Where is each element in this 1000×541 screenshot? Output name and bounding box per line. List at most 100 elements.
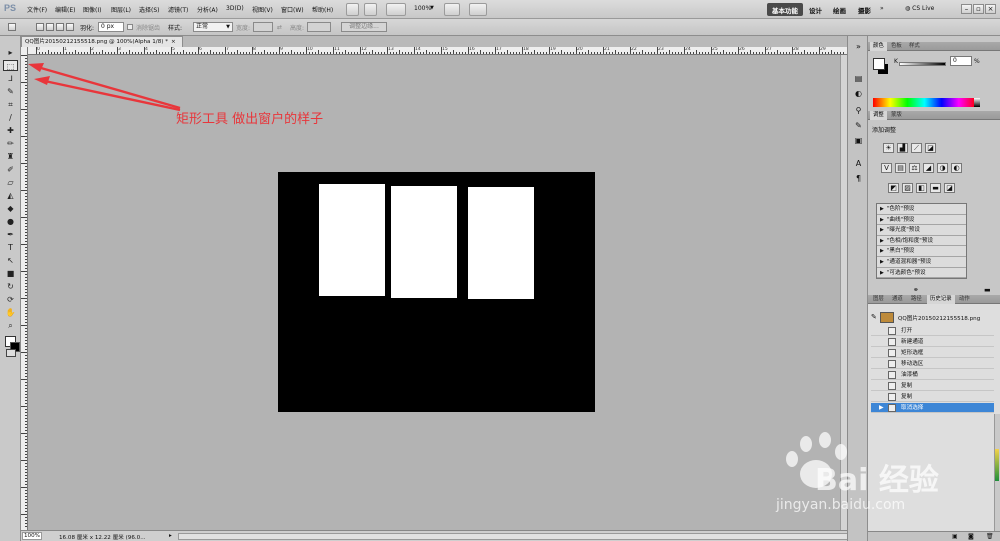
- hand-tool-icon[interactable]: ✋: [3, 307, 18, 318]
- history-item[interactable]: 复制: [871, 381, 994, 392]
- color-bw-ramp[interactable]: [974, 98, 980, 107]
- lasso-tool-icon[interactable]: ᒧ: [3, 73, 18, 84]
- photo-filter-icon[interactable]: ◑: [937, 163, 948, 173]
- k-channel-slider[interactable]: [899, 62, 946, 66]
- arrange-documents-button[interactable]: [444, 3, 460, 16]
- brush-tool-icon[interactable]: ✏: [3, 138, 18, 149]
- bridge-button[interactable]: [346, 3, 359, 16]
- dock-layer-comps-icon[interactable]: ⚲: [853, 106, 864, 116]
- zoom-chevron-icon[interactable]: ▼: [430, 5, 434, 11]
- menu-file[interactable]: 文件(F): [27, 5, 47, 14]
- history-item[interactable]: 油漆桶: [871, 370, 994, 381]
- eraser-tool-icon[interactable]: ▱: [3, 177, 18, 188]
- close-button[interactable]: ×: [985, 4, 996, 14]
- menu-select[interactable]: 选择(S): [139, 5, 160, 14]
- width-input[interactable]: [253, 22, 273, 32]
- tab-history[interactable]: 历史记录: [927, 295, 955, 304]
- menu-help[interactable]: 帮助(H): [312, 5, 333, 14]
- path-selection-tool-icon[interactable]: ↖: [3, 255, 18, 266]
- curves-icon[interactable]: ⟋: [911, 143, 922, 153]
- minimize-button[interactable]: –: [961, 4, 972, 14]
- dock-history-icon[interactable]: ▤: [853, 74, 864, 84]
- menu-window[interactable]: 窗口(W): [281, 5, 304, 14]
- hue-saturation-icon[interactable]: ▤: [895, 163, 906, 173]
- threshold-icon[interactable]: ◧: [916, 183, 927, 193]
- gradient-map-icon[interactable]: ▬: [930, 183, 941, 193]
- eyedropper-tool-icon[interactable]: ∕: [3, 112, 18, 123]
- quick-selection-tool-icon[interactable]: ✎: [3, 86, 18, 97]
- dodge-tool-icon[interactable]: ●: [3, 216, 18, 227]
- clone-stamp-tool-icon[interactable]: ♜: [3, 151, 18, 162]
- channel-mixer-icon[interactable]: ◐: [951, 163, 962, 173]
- preset-black-white[interactable]: ▶ "黑白"预设: [877, 246, 966, 257]
- paint-bucket-tool-icon[interactable]: ◭: [3, 190, 18, 201]
- healing-brush-tool-icon[interactable]: ✚: [3, 125, 18, 136]
- zoom-level[interactable]: 100%: [414, 5, 431, 12]
- posterize-icon[interactable]: ▨: [902, 183, 913, 193]
- selective-color-icon[interactable]: ◪: [944, 183, 955, 193]
- blur-tool-icon[interactable]: ◆: [3, 203, 18, 214]
- dock-paragraph-icon[interactable]: ¶: [853, 174, 864, 184]
- feather-input[interactable]: 0 px: [98, 22, 124, 32]
- restore-button[interactable]: ▫: [973, 4, 984, 14]
- move-tool-icon[interactable]: ▸: [3, 47, 18, 58]
- tab-styles[interactable]: 样式: [906, 42, 923, 51]
- color-spectrum-ramp[interactable]: [873, 98, 976, 107]
- menu-analysis[interactable]: 分析(A): [197, 5, 218, 14]
- mini-bridge-button[interactable]: [364, 3, 377, 16]
- black-white-icon[interactable]: ◢: [923, 163, 934, 173]
- tab-channels[interactable]: 通道: [889, 295, 906, 304]
- document-tab[interactable]: QQ图片20150212155518.png @ 100%(Alpha 1/8)…: [21, 36, 183, 47]
- refine-edge-button[interactable]: 调整边缘...: [341, 22, 387, 32]
- status-arrow-icon[interactable]: ▸: [169, 533, 172, 539]
- pen-tool-icon[interactable]: ✒: [3, 229, 18, 240]
- new-document-from-state-icon[interactable]: ▣: [952, 533, 958, 540]
- history-item[interactable]: 移动选区: [871, 359, 994, 370]
- tab-color[interactable]: 颜色: [870, 42, 887, 51]
- panel-menu-icon[interactable]: ▬: [984, 286, 991, 294]
- document-scrollbar-horizontal[interactable]: [178, 533, 858, 540]
- style-select[interactable]: 正常 ▼: [193, 22, 233, 32]
- dock-collapse-icon[interactable]: »: [853, 42, 864, 52]
- history-brush-source-icon[interactable]: ✎: [871, 313, 877, 321]
- menu-edit[interactable]: 编辑(E): [55, 5, 75, 14]
- 3d-rotate-tool-icon[interactable]: ↻: [3, 281, 18, 292]
- menu-layer[interactable]: 图层(L): [111, 5, 131, 14]
- history-item[interactable]: 矩形选框: [871, 348, 994, 359]
- history-item[interactable]: 复制: [871, 392, 994, 403]
- k-channel-input[interactable]: 0: [950, 56, 972, 66]
- history-item[interactable]: 打开: [871, 326, 994, 337]
- tool-preset-picker[interactable]: [8, 23, 16, 31]
- menu-image[interactable]: 图像(I): [83, 5, 101, 14]
- dock-character-icon[interactable]: A: [853, 159, 864, 169]
- shape-tool-icon[interactable]: ■: [3, 268, 18, 279]
- history-scroll-thumb[interactable]: [995, 449, 999, 481]
- rectangular-marquee-tool-icon[interactable]: ⬚: [3, 60, 18, 71]
- vibrance-icon[interactable]: V: [881, 163, 892, 173]
- history-item-selected[interactable]: ▶ 取消选择: [871, 403, 994, 414]
- history-snapshot[interactable]: ✎ QQ图片20150212155518.png: [871, 310, 997, 324]
- image-canvas[interactable]: [278, 172, 595, 412]
- tab-actions[interactable]: 动作: [956, 295, 973, 304]
- dock-clone-source-icon[interactable]: ▣: [853, 136, 864, 146]
- dock-brush-icon[interactable]: ✎: [853, 121, 864, 131]
- dock-actions-icon[interactable]: ◐: [853, 89, 864, 99]
- zoom-tool-icon[interactable]: ⌕: [3, 320, 18, 331]
- quick-mask-icon[interactable]: [6, 349, 16, 357]
- tab-paths[interactable]: 路径: [908, 295, 925, 304]
- menu-view[interactable]: 视图(V): [252, 5, 273, 14]
- levels-icon[interactable]: ▟: [897, 143, 908, 153]
- tab-adjustments[interactable]: 调整: [870, 111, 887, 120]
- workspace-more-icon[interactable]: »: [880, 5, 884, 12]
- intersect-selection-icon[interactable]: [66, 23, 74, 31]
- exposure-icon[interactable]: ◪: [925, 143, 936, 153]
- tab-layers[interactable]: 图层: [870, 295, 887, 304]
- document-tab-close-icon[interactable]: ×: [171, 39, 176, 45]
- workspace-essentials[interactable]: 基本功能: [767, 3, 803, 16]
- crop-tool-icon[interactable]: ⌗: [3, 99, 18, 110]
- delete-state-icon[interactable]: 🗑: [986, 533, 994, 540]
- subtract-selection-icon[interactable]: [56, 23, 64, 31]
- add-selection-icon[interactable]: [46, 23, 54, 31]
- tab-masks[interactable]: 蒙版: [888, 111, 905, 120]
- clip-layer-icon[interactable]: ⚭: [913, 286, 919, 294]
